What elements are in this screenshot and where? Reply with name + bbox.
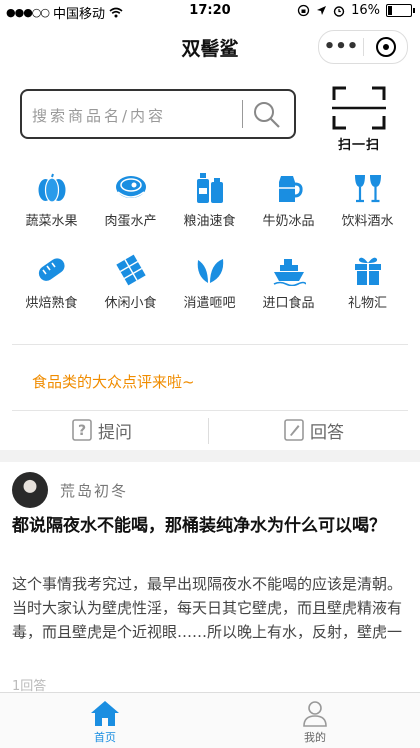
category-label: 牛奶冰品: [262, 214, 315, 229]
wine-glass-icon: [354, 175, 381, 203]
divider: [12, 344, 408, 345]
ship-icon: [273, 259, 306, 286]
tab-home[interactable]: 首页: [65, 699, 145, 745]
meat-icon: [115, 176, 146, 198]
category-label: 饮料酒水: [341, 214, 394, 229]
category-meat-eggs-seafood[interactable]: 肉蛋水产: [91, 172, 170, 242]
tab-bar: 首页 我的: [0, 692, 420, 748]
category-label: 粮油速食: [183, 214, 236, 229]
category-label: 肉蛋水产: [104, 214, 157, 229]
category-drinks-wine[interactable]: 饮料酒水: [328, 172, 407, 242]
category-label: 蔬菜水果: [25, 214, 78, 229]
location-arrow-icon: [317, 6, 327, 15]
category-milk-frozen[interactable]: 牛奶冰品: [249, 172, 328, 242]
ask-label: 提问: [98, 422, 132, 443]
promo-banner[interactable]: 食品类的大众点评来啦~: [32, 371, 195, 392]
user-icon: [303, 701, 327, 727]
section-gap: [0, 450, 420, 462]
alarm-icon: [333, 5, 345, 17]
answer-excerpt[interactable]: 这个事情我考究过，最早出现隔夜水不能喝的应该是清朝。当时大家认为壁虎性淫，每天日…: [12, 572, 408, 644]
category-label: 进口食品: [262, 296, 315, 311]
scan-frame-icon: [332, 86, 386, 130]
tab-home-label: 首页: [94, 731, 116, 744]
author-row: 荒岛初冬: [12, 472, 128, 508]
search-icon[interactable]: [252, 100, 282, 130]
answer-button[interactable]: 回答: [284, 410, 344, 450]
question-title[interactable]: 都说隔夜水不能喝，那桶装纯净水为什么可以喝？: [12, 512, 408, 540]
category-grid: 蔬菜水果 肉蛋水产 粮油速食 牛奶冰品 饮料酒水 烘焙熟食 休闲小食 消遣咂吧 …: [12, 172, 408, 324]
category-label: 烘焙熟食: [25, 296, 78, 311]
svg-text:?: ?: [78, 423, 86, 439]
pencil-icon: [284, 419, 304, 441]
status-right: 16%: [297, 3, 415, 18]
status-bar: ●●●○○ 中国移动 17:20 16%: [0, 0, 420, 22]
nav-bar: 双髻鲨 •••: [0, 22, 420, 70]
oil-bottle-icon: [196, 173, 223, 203]
category-imported[interactable]: 进口食品: [249, 254, 328, 324]
orientation-lock-icon: [297, 4, 310, 17]
tab-mine[interactable]: 我的: [275, 699, 355, 745]
close-miniprogram-button[interactable]: [364, 37, 407, 57]
chocolate-icon: [115, 254, 146, 286]
search-placeholder: 搜索商品名/内容: [32, 107, 167, 125]
category-vegetables-fruits[interactable]: 蔬菜水果: [12, 172, 91, 242]
more-button[interactable]: •••: [319, 31, 363, 63]
category-snacks[interactable]: 休闲小食: [91, 254, 170, 324]
category-leisure[interactable]: 消遣咂吧: [170, 254, 249, 324]
scan-button[interactable]: 扫一扫: [330, 84, 388, 156]
answer-label: 回答: [310, 422, 344, 443]
category-label: 消遣咂吧: [183, 296, 236, 311]
author-name[interactable]: 荒岛初冬: [60, 480, 128, 501]
miniprogram-capsule: •••: [318, 30, 408, 64]
bread-icon: [38, 258, 65, 281]
home-icon: [91, 701, 119, 726]
battery-percent: 16%: [351, 3, 380, 18]
target-icon: [375, 37, 396, 57]
ask-button[interactable]: ? 提问: [72, 410, 132, 450]
search-divider: [242, 100, 243, 128]
gift-icon: [354, 257, 381, 285]
category-gifts[interactable]: 礼物汇: [328, 254, 407, 324]
category-label: 休闲小食: [104, 296, 157, 311]
category-label: 礼物汇: [347, 296, 387, 311]
battery-icon: [386, 4, 415, 17]
scan-label: 扫一扫: [337, 138, 380, 153]
avatar[interactable]: [12, 472, 48, 508]
milk-jug-icon: [278, 176, 303, 202]
leaf-icon: [197, 259, 223, 283]
ask-answer-bar: ? 提问 回答: [0, 410, 420, 450]
ask-answer-divider: [208, 418, 209, 444]
category-bakery-deli[interactable]: 烘焙熟食: [12, 254, 91, 324]
category-grain-oil-instant[interactable]: 粮油速食: [170, 172, 249, 242]
tab-mine-label: 我的: [304, 731, 326, 744]
search-input[interactable]: 搜索商品名/内容: [20, 89, 296, 139]
pumpkin-icon: [38, 173, 65, 203]
question-icon: ?: [72, 419, 92, 441]
